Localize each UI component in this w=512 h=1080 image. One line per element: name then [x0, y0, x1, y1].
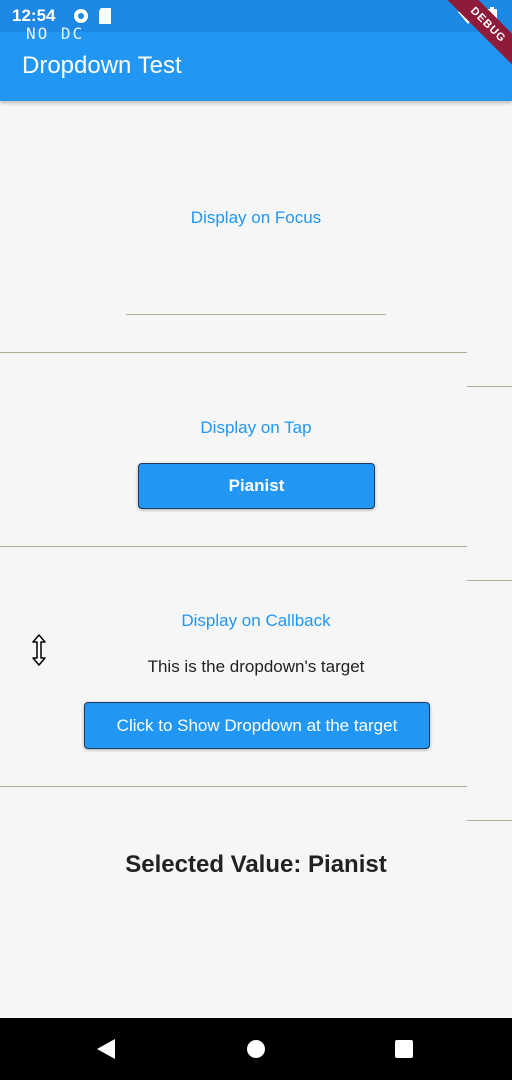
divider	[0, 546, 467, 547]
show-dropdown-button[interactable]: Click to Show Dropdown at the target	[84, 702, 430, 749]
sd-card-icon	[98, 7, 112, 30]
home-icon[interactable]	[246, 1038, 266, 1065]
divider	[467, 386, 512, 387]
divider	[0, 352, 467, 353]
status-time: 12:54	[12, 6, 56, 25]
navigation-bar	[0, 1018, 512, 1080]
divider	[0, 786, 467, 787]
dropdown-target-text: This is the dropdown's target	[147, 657, 365, 676]
section-title-focus: Display on Focus	[190, 208, 322, 227]
back-icon[interactable]	[96, 1038, 116, 1065]
divider	[467, 580, 512, 581]
selected-value: Selected Value: Pianist	[125, 851, 387, 878]
section-title-callback: Display on Callback	[181, 611, 331, 630]
pianist-button[interactable]: Pianist	[138, 463, 375, 509]
overlay-text: NO DC	[26, 24, 85, 43]
recents-icon[interactable]	[394, 1038, 414, 1065]
section-title-tap: Display on Tap	[200, 418, 312, 437]
divider	[467, 820, 512, 821]
app-bar: 12:54 NO DC Dropdown Test DEBUG	[0, 0, 512, 101]
page-title: Dropdown Test	[22, 52, 182, 79]
focus-input-field[interactable]	[126, 314, 386, 315]
